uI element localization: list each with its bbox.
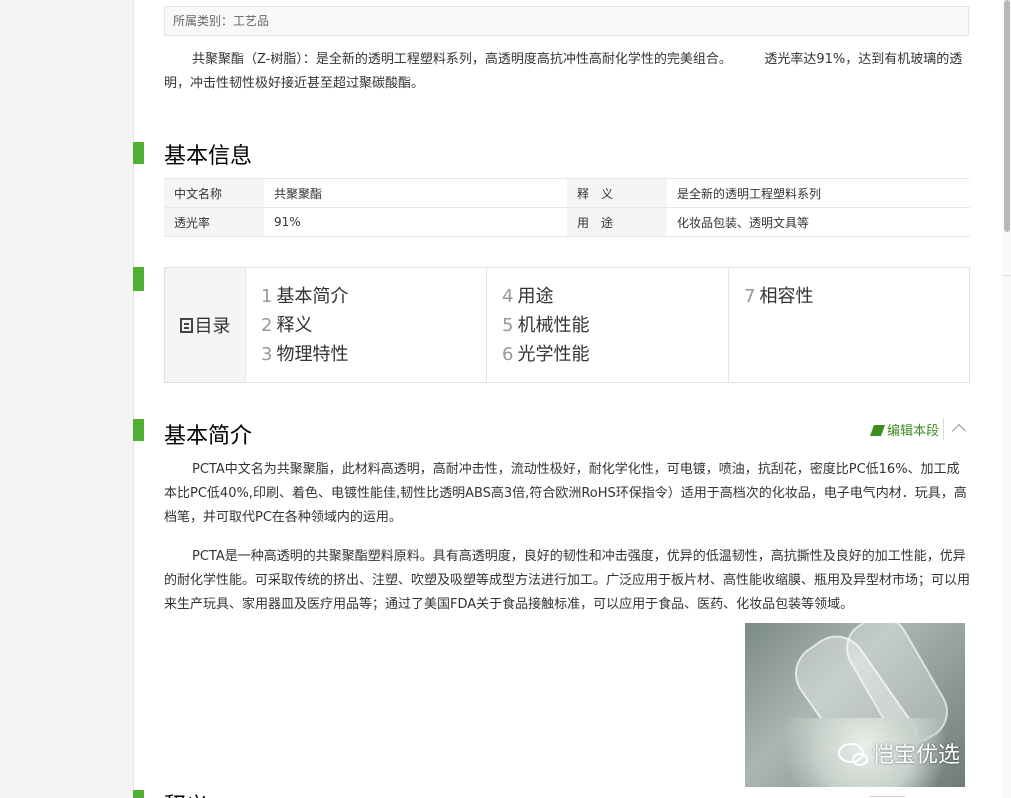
toc-item-number: 7 xyxy=(744,286,756,307)
info-key: 用 途 xyxy=(567,207,667,237)
wechat-icon xyxy=(838,743,868,766)
toc-item[interactable]: 1 基本简介 xyxy=(246,282,486,311)
intro-paragraph: 共聚聚酯（Z-树脂）：是全新的透明工程塑料系列，高透明度高抗冲性高耐化学性的完美… xyxy=(164,52,963,91)
table-row: 透光率 91% 用 途 化妆品包装、透明文具等 xyxy=(164,207,970,237)
basic-info-table: 中文名称 共聚聚酯 释 义 是全新的透明工程塑料系列 透光率 91% 用 途 化… xyxy=(164,178,970,237)
scrollbar-thumb[interactable] xyxy=(1004,0,1010,232)
toc-column: 4 用途 5 机械性能 6 光学性能 xyxy=(486,268,727,382)
pencil-icon xyxy=(869,425,886,436)
category-box: 所属类别：工艺品 xyxy=(164,6,969,36)
info-value: 是全新的透明工程塑料系列 xyxy=(667,178,970,208)
section-marker xyxy=(133,790,144,798)
section-marker xyxy=(133,267,144,291)
toc-heading-label: 目录 xyxy=(194,316,231,337)
toc-item[interactable]: 7 相容性 xyxy=(729,282,969,311)
toc-item-number: 2 xyxy=(261,315,273,336)
toc-item-label: 释义 xyxy=(276,315,313,336)
table-of-contents: 目录 1 基本简介 2 释义 3 物理特性 4 用途 5 机械性能 6 光学性能 7 相容性 xyxy=(164,267,970,383)
next-section-title: 释义 xyxy=(164,788,208,798)
toc-item[interactable]: 3 物理特性 xyxy=(246,340,486,369)
info-value: 91% xyxy=(264,207,567,237)
divider xyxy=(943,418,944,440)
toc-item-label: 基本简介 xyxy=(276,286,349,307)
info-key: 透光率 xyxy=(164,207,264,237)
chevron-up-icon[interactable] xyxy=(951,423,967,439)
info-value: 化妆品包装、透明文具等 xyxy=(667,207,970,237)
info-key: 中文名称 xyxy=(164,178,264,208)
category-text: 所属类别：工艺品 xyxy=(173,14,270,28)
scrollbar-divider xyxy=(1002,275,1011,276)
left-gutter xyxy=(0,0,134,798)
watermark-text: 恺宝优选 xyxy=(872,743,961,768)
toc-column: 7 相容性 xyxy=(728,268,969,382)
toc-item-number: 3 xyxy=(261,344,273,365)
table-row: 中文名称 共聚聚酯 释 义 是全新的透明工程塑料系列 xyxy=(164,178,970,208)
toc-item-label: 相容性 xyxy=(759,286,814,307)
section-marker xyxy=(133,142,144,164)
info-key: 释 义 xyxy=(567,178,667,208)
list-icon xyxy=(179,317,193,333)
edit-section-label: 编辑本段 xyxy=(887,424,940,439)
section-title: 基本简介 xyxy=(164,424,253,449)
section-paragraph: PCTA是一种高透明的共聚聚酯塑料原料。具有高透明度，良好的韧性和冲击强度，优异… xyxy=(164,549,971,612)
toc-item-number: 1 xyxy=(261,286,273,307)
toc-heading: 目录 xyxy=(165,268,246,382)
toc-item-label: 物理特性 xyxy=(276,344,349,365)
edit-section-link[interactable]: 编辑本段 xyxy=(869,420,940,439)
watermark: 恺宝优选 xyxy=(838,737,960,769)
toc-item-label: 用途 xyxy=(517,286,554,307)
toc-column: 1 基本简介 2 释义 3 物理特性 xyxy=(246,268,486,382)
info-value: 共聚聚酯 xyxy=(264,178,567,208)
basic-info-title: 基本信息 xyxy=(164,144,253,169)
toc-item-label: 光学性能 xyxy=(517,344,590,365)
toc-item-number: 6 xyxy=(502,344,514,365)
divider xyxy=(870,796,905,797)
toc-item[interactable]: 2 释义 xyxy=(246,311,486,340)
section-marker xyxy=(133,419,144,441)
toc-item[interactable]: 4 用途 xyxy=(487,282,727,311)
toc-item-number: 4 xyxy=(502,286,514,307)
toc-item[interactable]: 6 光学性能 xyxy=(487,340,727,369)
toc-item[interactable]: 5 机械性能 xyxy=(487,311,727,340)
toc-item-number: 5 xyxy=(502,315,514,336)
section-paragraph: PCTA中文名为共聚聚脂，此材料高透明，高耐冲击性，流动性极好，耐化学化性，可电… xyxy=(164,462,967,525)
toc-item-label: 机械性能 xyxy=(517,315,590,336)
